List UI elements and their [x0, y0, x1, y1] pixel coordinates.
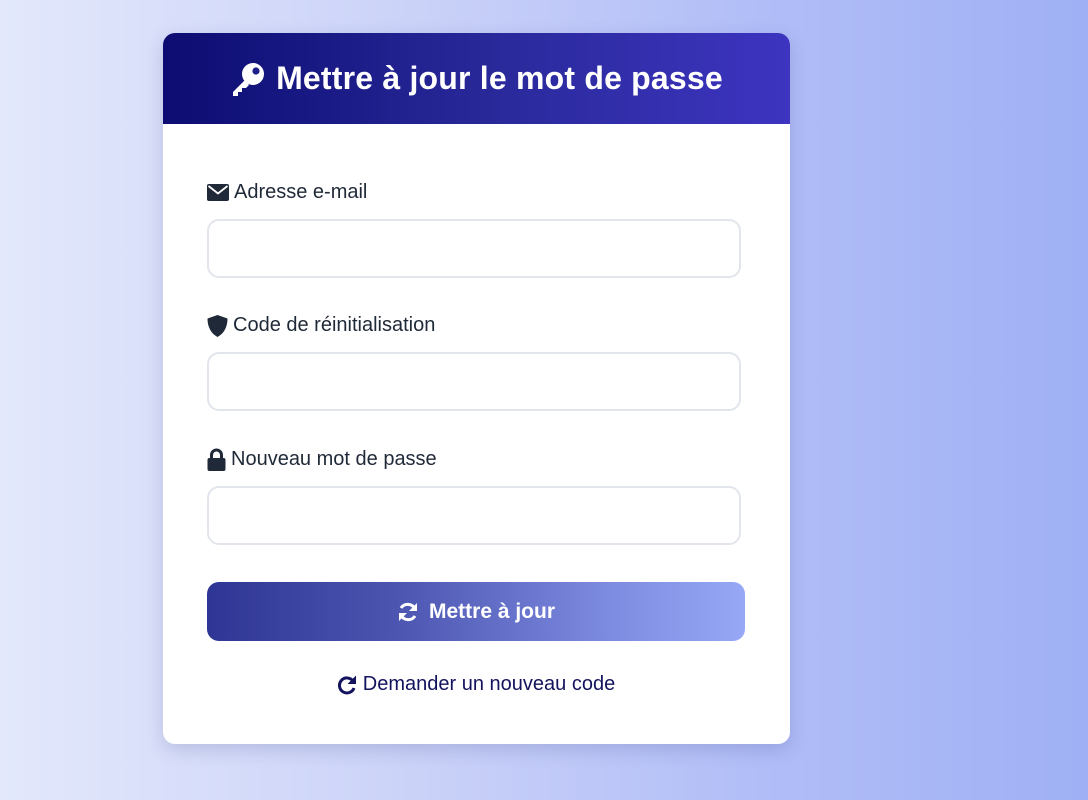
sync-icon	[397, 601, 419, 623]
page-title-text: Mettre à jour le mot de passe	[276, 60, 723, 96]
new-password-label-text: Nouveau mot de passe	[231, 448, 437, 470]
new-password-label: Nouveau mot de passe	[207, 448, 437, 471]
envelope-icon	[207, 184, 229, 201]
email-label: Adresse e-mail	[207, 181, 367, 204]
reset-code-input[interactable]	[207, 352, 741, 411]
email-input[interactable]	[207, 219, 741, 278]
email-label-text: Adresse e-mail	[234, 181, 368, 203]
card-header: Mettre à jour le mot de passe	[163, 33, 790, 124]
shield-icon	[207, 314, 228, 337]
reset-code-label: Code de réinitialisation	[207, 314, 435, 337]
key-icon	[230, 61, 266, 97]
update-button[interactable]: Mettre à jour	[207, 582, 745, 641]
page-title: Mettre à jour le mot de passe	[230, 60, 723, 97]
update-button-label: Mettre à jour	[428, 599, 556, 623]
request-new-code-label: Demander un nouveau code	[362, 673, 616, 695]
lock-icon	[207, 448, 226, 471]
request-new-code-link[interactable]: Demander un nouveau code	[207, 673, 745, 696]
reset-code-label-text: Code de réinitialisation	[233, 314, 436, 336]
new-password-input[interactable]	[207, 486, 741, 545]
redo-icon	[337, 674, 357, 695]
update-password-card: Mettre à jour le mot de passe Adresse e-…	[163, 33, 790, 744]
